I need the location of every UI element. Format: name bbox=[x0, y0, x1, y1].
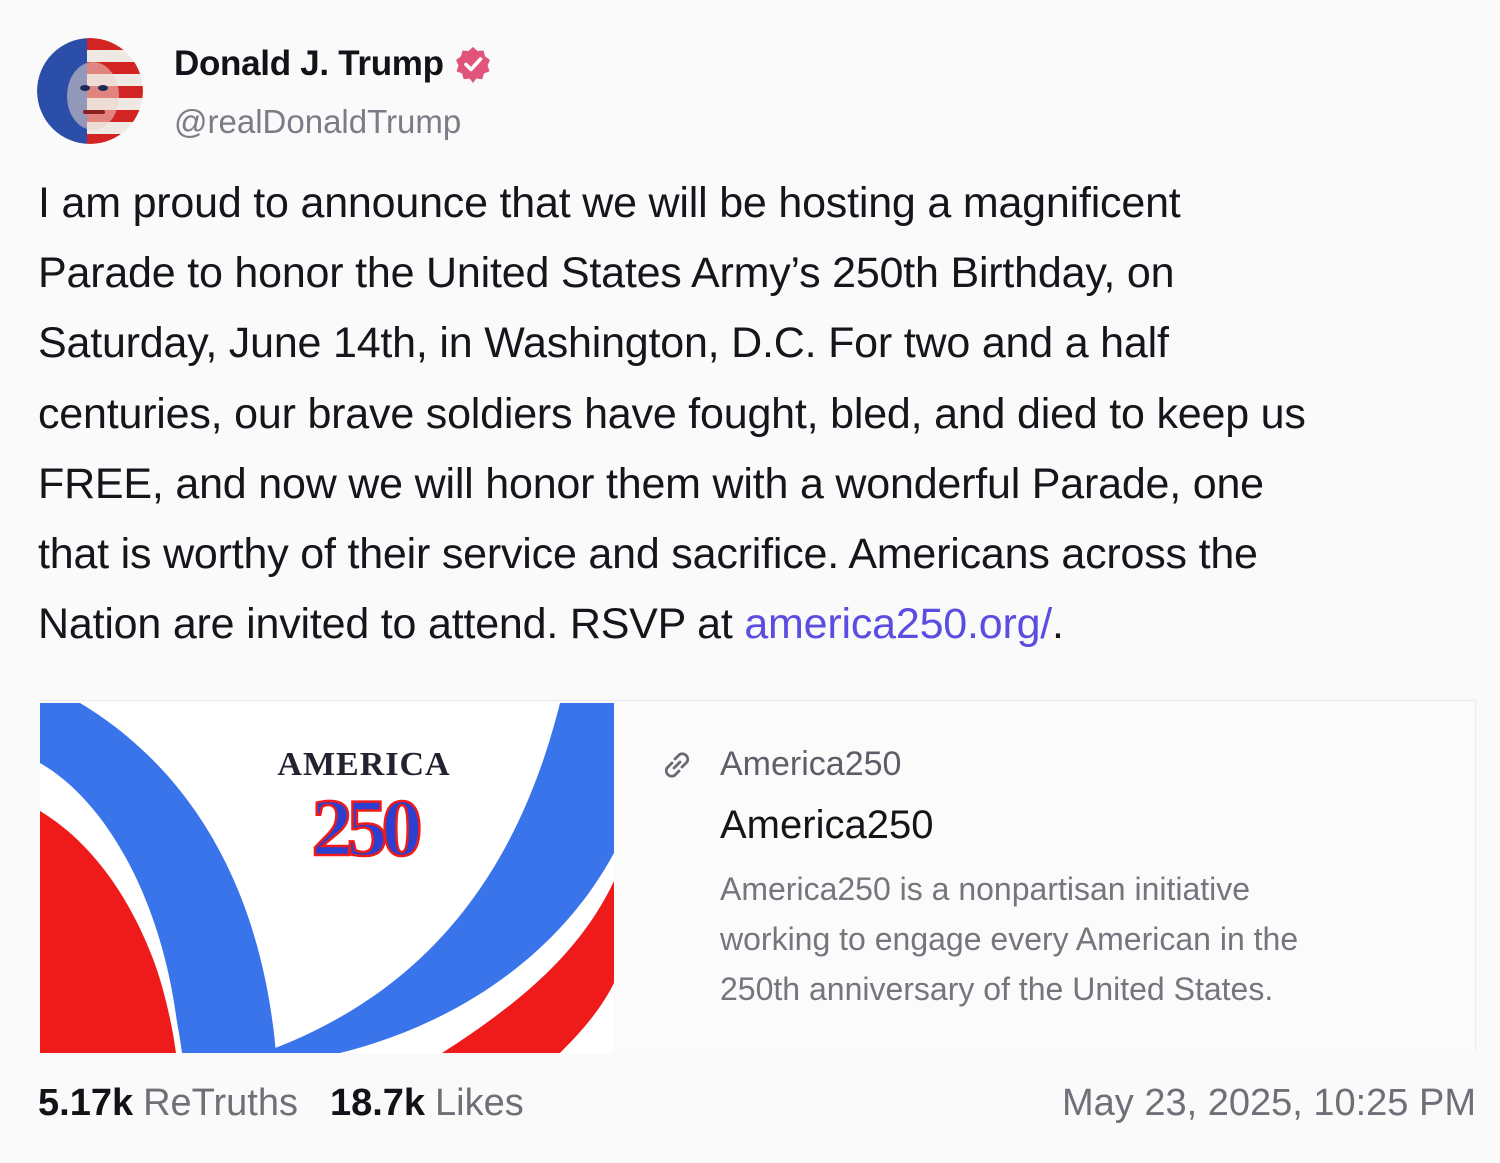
card-description: America250 is a nonpartisan initiative w… bbox=[720, 864, 1440, 1014]
post-text-rsvp: Nation are invited to attend. RSVP at bbox=[38, 600, 745, 649]
retruths-stat[interactable]: 5.17k ReTruths bbox=[38, 1082, 298, 1125]
card-logo-word: AMERICA bbox=[277, 746, 450, 783]
truth-post: Donald J. Trump @realDonaldTrump I am pr… bbox=[0, 0, 1500, 1163]
post-link[interactable]: america250.org/ bbox=[744, 600, 1052, 648]
post-text-line: centuries, our brave soldiers have fough… bbox=[38, 389, 1306, 438]
likes-count: 18.7k bbox=[329, 1082, 426, 1124]
author-name-row: Donald J. Trump bbox=[174, 44, 492, 84]
post-text-line: Parade to honor the United States Army’s… bbox=[38, 249, 1175, 298]
post-stats: 5.17k ReTruths 18.7k Likes bbox=[38, 1082, 524, 1125]
card-description-line: 250th anniversary of the United States. bbox=[720, 971, 1274, 1007]
verified-badge-icon bbox=[454, 45, 492, 83]
post-timestamp[interactable]: May 23, 2025, 10:25 PM bbox=[1062, 1082, 1476, 1125]
card-source: America250 bbox=[720, 745, 902, 783]
post-text-last-line: Nation are invited to attend. RSVP at am… bbox=[38, 589, 1478, 659]
likes-label: Likes bbox=[435, 1082, 524, 1124]
author-avatar[interactable] bbox=[37, 38, 143, 144]
post-text: I am proud to announce that we will be h… bbox=[38, 168, 1478, 659]
post-text-line: FREE, and now we will honor them with a … bbox=[38, 459, 1264, 508]
link-preview-image[interactable]: AMERICA 250 bbox=[40, 703, 614, 1053]
card-description-line: working to engage every American in the bbox=[720, 921, 1299, 957]
retruths-label: ReTruths bbox=[143, 1082, 298, 1124]
author-display-name[interactable]: Donald J. Trump bbox=[174, 44, 444, 84]
card-description-line: America250 is a nonpartisan initiative bbox=[720, 871, 1251, 907]
link-preview-card[interactable]: AMERICA 250 America250 America250 Americ… bbox=[38, 700, 1476, 1053]
author-handle[interactable]: @realDonaldTrump bbox=[174, 103, 461, 141]
link-icon bbox=[658, 746, 696, 784]
post-text-line: Saturday, June 14th, in Washington, D.C.… bbox=[38, 319, 1169, 368]
card-title[interactable]: America250 bbox=[720, 803, 933, 848]
retruths-count: 5.17k bbox=[38, 1082, 134, 1124]
post-text-line: I am proud to announce that we will be h… bbox=[38, 179, 1181, 227]
card-source-row: America250 bbox=[658, 745, 901, 784]
post-text-period: . bbox=[1052, 600, 1064, 649]
post-text-line: that is worthy of their service and sacr… bbox=[38, 530, 1258, 579]
card-logo-number: 250 bbox=[312, 782, 420, 873]
likes-stat[interactable]: 18.7k Likes bbox=[330, 1082, 524, 1125]
